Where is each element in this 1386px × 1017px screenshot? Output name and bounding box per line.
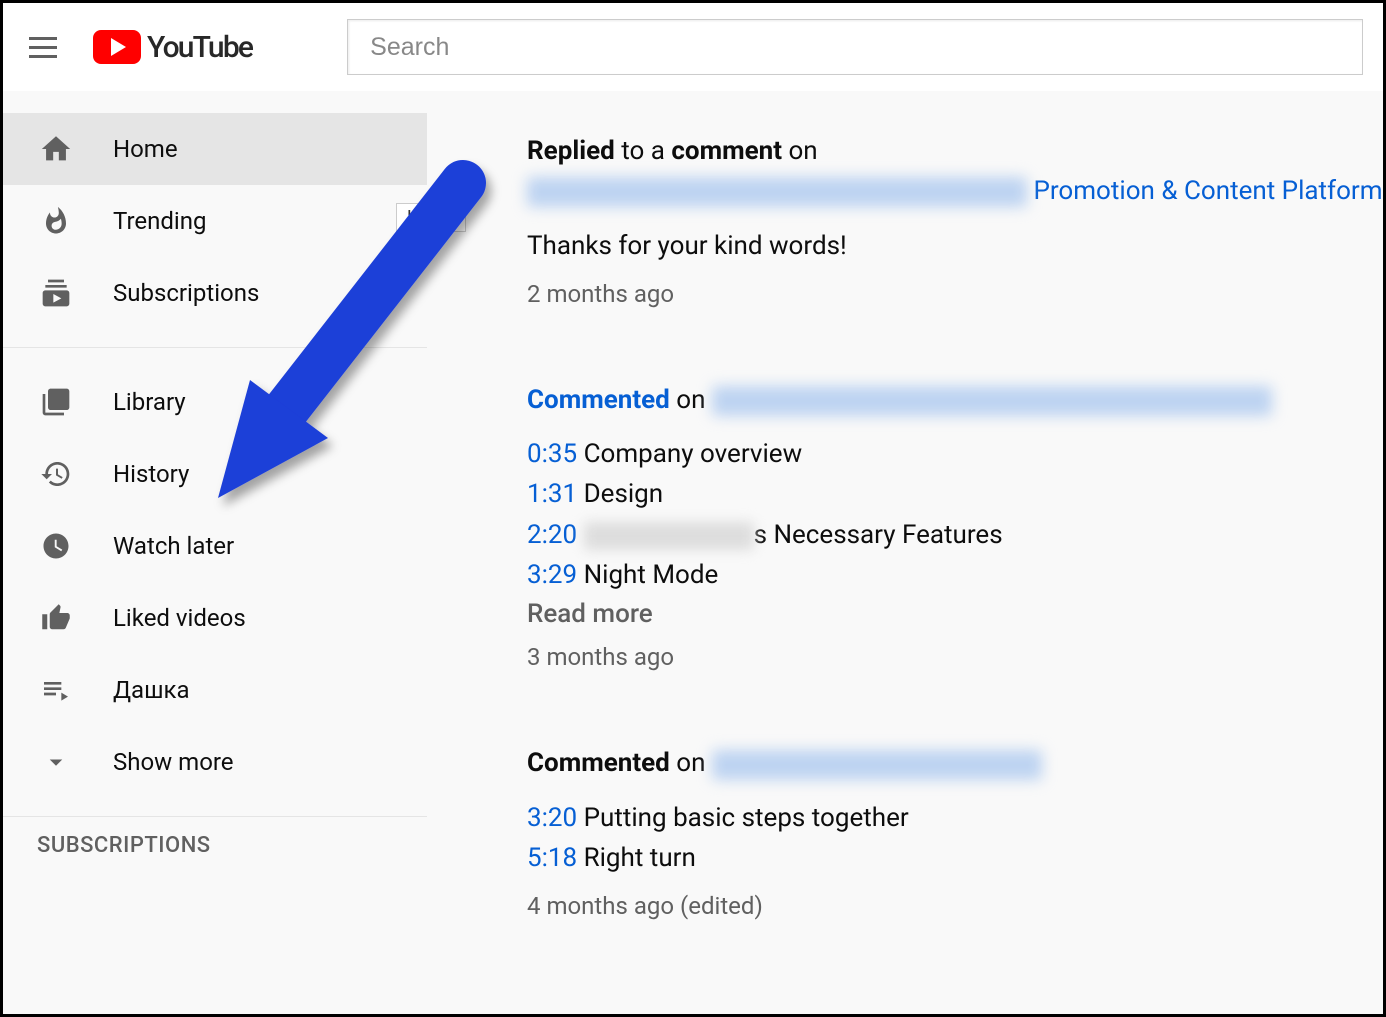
watch-later-icon — [37, 527, 75, 565]
menu-button[interactable] — [23, 27, 63, 67]
sidebar-item-label: Subscriptions — [113, 279, 259, 307]
comment-body: 3:20 Putting basic steps together 5:18 R… — [527, 798, 1383, 879]
sidebar-item-label: Watch later — [113, 532, 234, 560]
library-icon — [37, 383, 75, 421]
sidebar-item-subscriptions[interactable]: Subscriptions — [3, 257, 427, 329]
comment-body: 0:35 Company overview 1:31 Design 2:20 s… — [527, 434, 1383, 595]
sidebar-item-label: Home — [113, 135, 178, 163]
read-more-button[interactable]: Read more — [527, 599, 1383, 629]
subscriptions-icon — [37, 274, 75, 312]
hamburger-icon — [29, 37, 57, 58]
activity-heading: Replied to a comment on Promotion & Cont… — [527, 131, 1383, 212]
subscriptions-heading: SUBSCRIPTIONS — [3, 817, 427, 862]
sidebar-item-label: Liked videos — [113, 604, 246, 632]
youtube-play-icon — [93, 30, 141, 64]
header: YouTube — [3, 3, 1383, 91]
sidebar-item-label: Дашка — [113, 676, 190, 704]
timestamp-link[interactable]: 3:20 — [527, 803, 577, 833]
main-content: Replied to a comment on Promotion & Cont… — [427, 91, 1383, 1014]
activity-item: Commented on 3:20 Putting basic steps to… — [527, 743, 1383, 920]
sidebar-item-watch-later[interactable]: Watch later — [3, 510, 427, 582]
timestamp-link[interactable]: 1:31 — [527, 479, 577, 509]
timestamp: 4 months ago (edited) — [527, 892, 1383, 920]
redacted-link[interactable] — [712, 750, 1042, 780]
video-link[interactable]: Promotion & Content Platform — [1033, 176, 1382, 206]
activity-item: Commented on 0:35 Company overview 1:31 … — [527, 380, 1383, 671]
timestamp-link[interactable]: 2:20 — [527, 520, 577, 550]
sidebar-item-library[interactable]: Library — [3, 366, 427, 438]
sidebar-item-label: History — [113, 460, 189, 488]
redacted-link[interactable] — [712, 386, 1272, 416]
liked-icon — [37, 599, 75, 637]
sidebar-item-show-more[interactable]: Show more — [3, 726, 427, 798]
activity-heading: Commented on — [527, 743, 1383, 783]
timestamp-link[interactable]: 3:29 — [527, 560, 577, 590]
activity-item: Replied to a comment on Promotion & Cont… — [527, 131, 1383, 308]
sidebar: Home Trending Subscriptions Library — [3, 91, 427, 1014]
comment-body: Thanks for your kind words! — [527, 226, 1383, 266]
sidebar-item-label: Library — [113, 388, 186, 416]
timestamp: 2 months ago — [527, 280, 1383, 308]
sidebar-item-history[interactable]: History — [3, 438, 427, 510]
trending-icon — [37, 202, 75, 240]
sidebar-item-label: Show more — [113, 748, 234, 776]
playlist-icon — [37, 671, 75, 709]
tooltip: Home — [396, 203, 466, 232]
sidebar-item-label: Trending — [113, 207, 206, 235]
redacted-text — [584, 522, 754, 550]
chevron-down-icon — [37, 743, 75, 781]
activity-heading: Commented on — [527, 380, 1383, 420]
youtube-logo[interactable]: YouTube — [93, 30, 252, 65]
sidebar-item-playlist[interactable]: Дашка — [3, 654, 427, 726]
sidebar-item-trending[interactable]: Trending — [3, 185, 427, 257]
home-icon — [37, 130, 75, 168]
timestamp-link[interactable]: 5:18 — [527, 843, 577, 873]
search-container[interactable] — [347, 19, 1363, 75]
logo-text: YouTube — [147, 30, 252, 65]
timestamp-link[interactable]: 0:35 — [527, 439, 577, 469]
search-input[interactable] — [370, 33, 1340, 62]
redacted-link[interactable] — [527, 177, 1027, 207]
sidebar-item-liked-videos[interactable]: Liked videos — [3, 582, 427, 654]
history-icon — [37, 455, 75, 493]
timestamp: 3 months ago — [527, 643, 1383, 671]
sidebar-item-home[interactable]: Home — [3, 113, 427, 185]
